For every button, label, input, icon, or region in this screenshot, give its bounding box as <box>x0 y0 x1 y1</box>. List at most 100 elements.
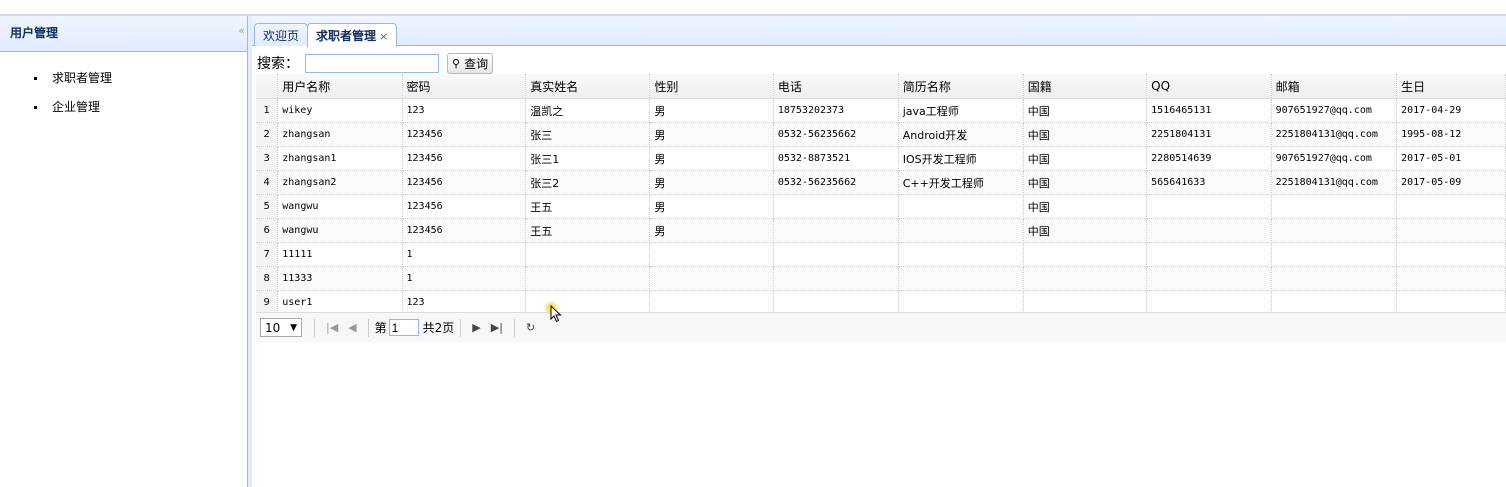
next-page-icon[interactable]: ▶ <box>472 321 480 334</box>
search-button[interactable]: ⚲ 查询 <box>447 52 494 74</box>
table-row[interactable]: 5 wangwu 123456 王五男 中国 <box>256 194 1506 219</box>
column-header[interactable]: 密码 <box>402 74 527 99</box>
table-cell: 123 <box>402 98 527 123</box>
first-page-icon[interactable]: |◀ <box>326 321 338 334</box>
table-cell <box>1271 194 1398 219</box>
table-cell: 11111 <box>277 242 403 267</box>
search-input[interactable] <box>305 53 439 73</box>
table-cell: 123456 <box>402 170 527 195</box>
table-cell <box>898 242 1024 267</box>
column-header[interactable]: 邮箱 <box>1271 74 1398 99</box>
column-header[interactable]: 电话 <box>773 74 899 99</box>
table-cell <box>1146 242 1272 267</box>
column-header[interactable]: 生日 <box>1396 74 1506 99</box>
pager-separator <box>460 318 462 337</box>
table-cell: 中国 <box>1023 98 1148 123</box>
table-row[interactable]: 9 user1 123 <box>256 290 1506 315</box>
table-cell <box>773 266 899 291</box>
table-row[interactable]: 4 zhangsan2 123456 张三2 男 0532-56235662 C++开发工程… <box>256 170 1506 195</box>
table-cell <box>898 266 1024 291</box>
table-cell: 123 <box>402 290 527 315</box>
table-cell: user1 <box>277 290 403 315</box>
row-number-header <box>256 74 279 99</box>
mouse-pointer-icon <box>550 305 562 323</box>
column-header[interactable]: 用户名称 <box>277 74 403 99</box>
table-cell: zhangsan2 <box>277 170 403 195</box>
table-row[interactable]: 7 11111 1 <box>256 242 1506 267</box>
tab-welcome[interactable]: 欢迎页 <box>254 23 309 46</box>
table-cell: 123456 <box>402 194 527 219</box>
column-header[interactable]: 性别 <box>649 74 774 99</box>
table-cell: 123456 <box>402 218 527 243</box>
page-size-value: 10 <box>265 320 281 335</box>
row-number: 1 <box>256 98 279 123</box>
table-cell <box>773 290 899 315</box>
sidebar-item-jobseeker[interactable]: 求职者管理 <box>0 68 247 97</box>
column-header[interactable]: 国籍 <box>1023 74 1148 99</box>
table-row[interactable]: 2 zhangsan 123456 张三男 0532-56235662 Android开发… <box>256 122 1506 147</box>
row-number: 2 <box>256 122 279 147</box>
table-cell: 2251804131@qq.com <box>1271 170 1398 195</box>
table-cell: 中国 <box>1023 194 1148 219</box>
collapse-icon[interactable]: « <box>238 24 245 37</box>
refresh-icon[interactable]: ↻ <box>526 321 535 334</box>
table-cell <box>1271 290 1398 315</box>
table-row[interactable]: 1 wikey 123 温凯之男 18753202373 java工程师 中国 1516465… <box>256 98 1506 123</box>
sidebar-header: 用户管理 « <box>0 16 247 52</box>
table-cell: 565641633 <box>1146 170 1272 195</box>
tab-bar: 欢迎页 求职者管理 × <box>252 16 1506 47</box>
table-cell: 18753202373 <box>773 98 899 123</box>
table-cell: wangwu <box>277 194 403 219</box>
table-cell: 男 <box>649 122 774 147</box>
table-cell <box>1396 290 1506 315</box>
column-header[interactable]: QQ <box>1146 74 1272 99</box>
table-cell <box>1146 266 1272 291</box>
table-cell: 王五 <box>525 194 651 219</box>
table-cell: 907651927@qq.com <box>1271 146 1398 171</box>
search-bar: 搜索： ⚲ 查询 <box>257 52 494 74</box>
row-number: 5 <box>256 194 279 219</box>
prev-page-icon[interactable]: ◀ <box>348 321 356 334</box>
table-cell: wangwu <box>277 218 403 243</box>
sidebar-title: 用户管理 <box>10 26 59 40</box>
sidebar-item-company[interactable]: 企业管理 <box>0 97 247 126</box>
table-cell: wikey <box>277 98 403 123</box>
page-number-input[interactable] <box>388 319 419 336</box>
table-row[interactable]: 8 11333 1 <box>256 266 1506 291</box>
column-header[interactable]: 简历名称 <box>898 74 1024 99</box>
table-cell: 中国 <box>1023 122 1148 147</box>
table-cell: 1 <box>402 242 527 267</box>
table-cell <box>1146 218 1272 243</box>
main-panel: 欢迎页 求职者管理 × 搜索： ⚲ 查询 用户名称 密码 真实姓名 性别 电话 … <box>252 16 1506 487</box>
table-row[interactable]: 3 zhangsan1 123456 张三1 男 0532-8873521 IOS开发工程师… <box>256 146 1506 171</box>
table-cell: 男 <box>649 194 774 219</box>
close-icon[interactable]: × <box>379 30 388 43</box>
column-header[interactable]: 真实姓名 <box>525 74 651 99</box>
table-cell: 张三 <box>525 122 651 147</box>
table-cell <box>1396 242 1506 267</box>
page-size-select[interactable]: 10 ▼ <box>260 318 302 337</box>
table-cell: 温凯之 <box>525 98 651 123</box>
table-cell <box>1396 194 1506 219</box>
table-cell: Android开发 <box>898 122 1024 147</box>
last-page-icon[interactable]: ▶| <box>491 321 503 334</box>
table-cell <box>898 218 1024 243</box>
table-cell: 0532-8873521 <box>773 146 899 171</box>
table-row[interactable]: 6 wangwu 123456 王五男 中国 <box>256 218 1506 243</box>
row-number: 4 <box>256 170 279 195</box>
pager-separator <box>513 318 515 337</box>
row-number: 6 <box>256 218 279 243</box>
table-cell <box>1271 242 1398 267</box>
table-cell: 王五 <box>525 218 651 243</box>
table-cell: 中国 <box>1023 146 1148 171</box>
table-cell: 张三2 <box>525 170 651 195</box>
tab-jobseeker-management[interactable]: 求职者管理 × <box>307 23 398 47</box>
sidebar-item-label: 企业管理 <box>52 100 101 114</box>
table-cell <box>1023 266 1148 291</box>
grid-header-row: 用户名称 密码 真实姓名 性别 电话 简历名称 国籍 QQ 邮箱 生日 <box>256 74 1506 99</box>
table-cell: 中国 <box>1023 170 1148 195</box>
table-cell <box>1023 242 1148 267</box>
table-cell: 张三1 <box>525 146 651 171</box>
table-cell: 2017-05-09 <box>1396 170 1506 195</box>
table-cell: zhangsan <box>277 122 403 147</box>
